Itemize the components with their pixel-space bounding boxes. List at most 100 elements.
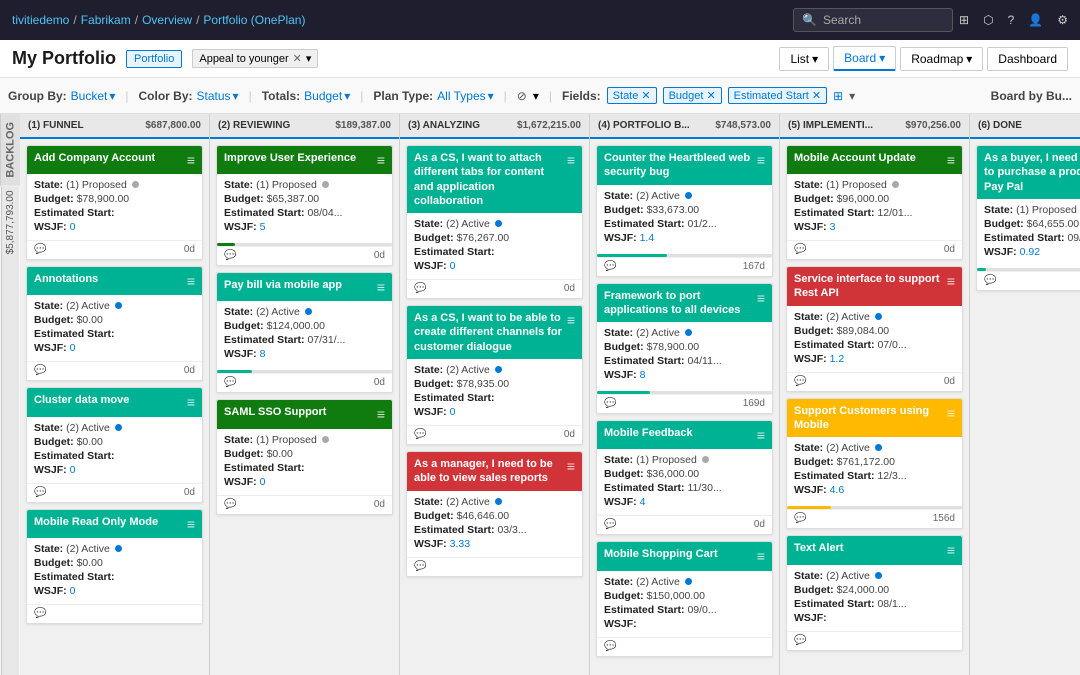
card-menu-icon[interactable]: ≡ [947, 151, 955, 169]
breadcrumb-fabrikam[interactable]: Fabrikam [81, 13, 131, 27]
breadcrumb-tivitiedemo[interactable]: tivitiedemo [12, 13, 69, 27]
field-tag-budget[interactable]: Budget ✕ [663, 87, 722, 104]
card-menu-icon[interactable]: ≡ [757, 426, 765, 444]
comment-icon[interactable]: 💬 [794, 244, 806, 255]
card-body: State: (2) Active Budget: $78,900.00 Est… [597, 322, 772, 388]
comment-icon[interactable]: 💬 [604, 519, 616, 530]
breadcrumb-portfolio[interactable]: Portfolio (OnePlan) [203, 13, 305, 27]
card-eststart: Estimated Start: [34, 207, 195, 219]
card[interactable]: Pay bill via mobile app ≡ State: (2) Act… [216, 272, 393, 393]
card-days: 0d [374, 499, 385, 510]
field-tag-state-close[interactable]: ✕ [641, 89, 650, 102]
comment-icon[interactable]: 💬 [34, 365, 46, 376]
card[interactable]: Text Alert ≡ State: (2) Active Budget: $… [786, 535, 963, 650]
card-body: State: (2) Active Budget: $150,000.00 Es… [597, 571, 772, 637]
card-days: 156d [933, 513, 955, 524]
card-footer: 💬 0d [217, 373, 392, 392]
card-menu-icon[interactable]: ≡ [947, 541, 955, 559]
plan-type-value[interactable]: All Types ▾ [437, 89, 494, 103]
comment-icon[interactable]: 💬 [414, 283, 426, 294]
card-eststart: Estimated Start: 07/0... [794, 339, 955, 351]
comment-icon[interactable]: 💬 [794, 513, 806, 524]
field-tag-budget-close[interactable]: ✕ [706, 89, 715, 102]
question-icon[interactable]: ? [1008, 13, 1015, 27]
user-icon[interactable]: 👤 [1028, 13, 1043, 27]
view-filter-tag[interactable]: Appeal to younger ✕ ▾ [192, 49, 318, 68]
comment-icon[interactable]: 💬 [604, 261, 616, 272]
card[interactable]: As a buyer, I need to be able to purchas… [976, 145, 1080, 291]
card-menu-icon[interactable]: ≡ [757, 547, 765, 565]
card-menu-icon[interactable]: ≡ [947, 272, 955, 290]
fields-menu-icon[interactable]: ▾ [849, 89, 855, 103]
card-menu-icon[interactable]: ≡ [187, 515, 195, 533]
comment-icon[interactable]: 💬 [604, 398, 616, 409]
card[interactable]: Annotations ≡ State: (2) Active Budget: … [26, 266, 203, 381]
search-box[interactable]: 🔍 Search [793, 8, 953, 32]
list-view-button[interactable]: List ▾ [779, 47, 829, 71]
card-menu-icon[interactable]: ≡ [757, 289, 765, 307]
comment-icon[interactable]: 💬 [604, 641, 616, 652]
field-tag-eststart-close[interactable]: ✕ [812, 89, 821, 102]
card-menu-icon[interactable]: ≡ [947, 404, 955, 422]
card-menu-icon[interactable]: ≡ [567, 151, 575, 169]
card-header: Improve User Experience ≡ [217, 146, 392, 174]
comment-icon[interactable]: 💬 [414, 561, 426, 572]
board-view-button[interactable]: Board ▾ [833, 46, 896, 71]
card[interactable]: Mobile Shopping Cart ≡ State: (2) Active… [596, 541, 773, 656]
totals-value[interactable]: Budget ▾ [304, 89, 350, 103]
card-menu-icon[interactable]: ≡ [757, 151, 765, 169]
card-title: As a buyer, I need to be able to purchas… [984, 151, 1080, 194]
totals: Totals: Budget ▾ [262, 89, 351, 103]
card-body: State: (1) Proposed Budget: $36,000.00 E… [597, 449, 772, 515]
comment-icon[interactable]: 💬 [794, 376, 806, 387]
card-state: State: (2) Active [34, 543, 195, 555]
field-tag-state[interactable]: State ✕ [607, 87, 657, 104]
group-by-value[interactable]: Bucket ▾ [71, 89, 116, 103]
card[interactable]: Mobile Read Only Mode ≡ State: (2) Activ… [26, 509, 203, 624]
fields-add-icon[interactable]: ⊞ [833, 89, 843, 103]
comment-icon[interactable]: 💬 [984, 275, 996, 286]
card[interactable]: Mobile Account Update ≡ State: (1) Propo… [786, 145, 963, 260]
field-tag-eststart[interactable]: Estimated Start ✕ [728, 87, 827, 104]
filter-icon[interactable]: ⊘ [517, 89, 527, 103]
grid-icon[interactable]: ⊞ [959, 13, 969, 27]
card-menu-icon[interactable]: ≡ [377, 151, 385, 169]
comment-icon[interactable]: 💬 [414, 429, 426, 440]
card[interactable]: As a CS, I want to attach different tabs… [406, 145, 583, 299]
card-menu-icon[interactable]: ≡ [377, 405, 385, 423]
view-filter-chevron[interactable]: ▾ [306, 52, 312, 65]
color-by-value[interactable]: Status ▾ [197, 89, 239, 103]
dashboard-view-button[interactable]: Dashboard [987, 47, 1068, 71]
settings-icon[interactable]: ⚙ [1057, 13, 1068, 27]
comment-icon[interactable]: 💬 [34, 487, 46, 498]
view-filter-close[interactable]: ✕ [293, 52, 302, 65]
card[interactable]: Cluster data move ≡ State: (2) Active Bu… [26, 387, 203, 502]
comment-icon[interactable]: 💬 [34, 244, 46, 255]
card-menu-icon[interactable]: ≡ [377, 278, 385, 296]
card[interactable]: Add Company Account ≡ State: (1) Propose… [26, 145, 203, 260]
card-menu-icon[interactable]: ≡ [187, 151, 195, 169]
card[interactable]: Support Customers using Mobile ≡ State: … [786, 398, 963, 530]
card[interactable]: Counter the Heartbleed web security bug … [596, 145, 773, 277]
card-menu-icon[interactable]: ≡ [187, 393, 195, 411]
card[interactable]: As a manager, I need to be able to view … [406, 451, 583, 577]
breadcrumb-overview[interactable]: Overview [142, 13, 192, 27]
card[interactable]: Mobile Feedback ≡ State: (1) Proposed Bu… [596, 420, 773, 535]
card-menu-icon[interactable]: ≡ [567, 457, 575, 475]
card[interactable]: Framework to port applications to all de… [596, 283, 773, 415]
package-icon[interactable]: ⬡ [983, 13, 993, 27]
card-menu-icon[interactable]: ≡ [187, 272, 195, 290]
comment-icon[interactable]: 💬 [224, 377, 236, 388]
comment-icon[interactable]: 💬 [34, 608, 46, 619]
comment-icon[interactable]: 💬 [224, 250, 236, 261]
card[interactable]: Improve User Experience ≡ State: (1) Pro… [216, 145, 393, 266]
card[interactable]: Service interface to support Rest API ≡ … [786, 266, 963, 392]
comment-icon[interactable]: 💬 [224, 499, 236, 510]
card[interactable]: SAML SSO Support ≡ State: (1) Proposed B… [216, 399, 393, 514]
comment-icon[interactable]: 💬 [794, 635, 806, 646]
card-menu-icon[interactable]: ≡ [567, 311, 575, 329]
card[interactable]: As a CS, I want to be able to create dif… [406, 305, 583, 445]
card-days: 169d [743, 398, 765, 409]
card-header: Support Customers using Mobile ≡ [787, 399, 962, 438]
roadmap-view-button[interactable]: Roadmap ▾ [900, 47, 983, 71]
